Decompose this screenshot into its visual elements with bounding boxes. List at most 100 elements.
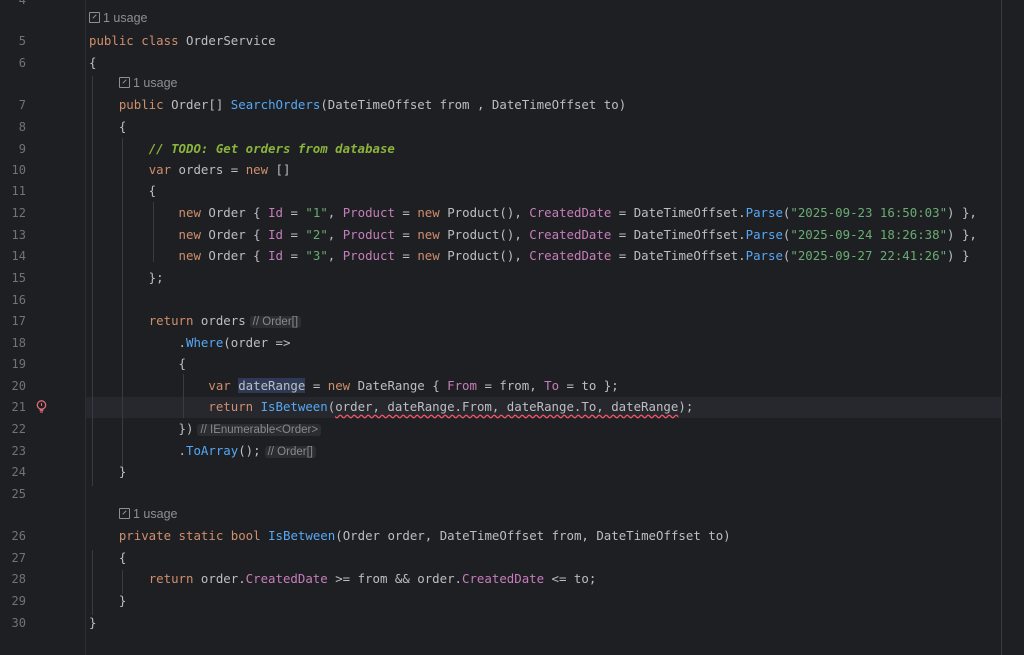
code-line[interactable]: public Order[] SearchOrders(DateTimeOffs… — [89, 97, 626, 112]
line-number[interactable]: 13 — [0, 228, 26, 242]
line-number[interactable]: 6 — [0, 56, 26, 70]
line-number[interactable]: 29 — [0, 594, 26, 608]
code-token: "1" — [305, 205, 328, 220]
code-token: ) } — [947, 248, 970, 263]
line-number[interactable]: 9 — [0, 142, 26, 156]
line-number[interactable]: 25 — [0, 487, 26, 501]
code-line[interactable]: .ToArray();// Order[] — [89, 443, 316, 458]
line-number[interactable]: 8 — [0, 120, 26, 134]
line-number[interactable]: 28 — [0, 572, 26, 586]
code-editor[interactable]: 4 5 6 7 8 9 10 11 12 13 14 15 16 17 18 19 20 21 22 23 24 25 26… — [0, 0, 1024, 655]
code-token: to) — [700, 528, 731, 543]
code-token: { — [89, 119, 127, 134]
code-token: DateTimeOffset — [327, 97, 433, 112]
code-line[interactable]: { — [89, 55, 96, 70]
code-token: Where — [185, 335, 224, 350]
code-line[interactable]: new Order { Id = "3", Product = new Prod… — [89, 248, 970, 263]
lightbulb-error-icon[interactable] — [36, 400, 47, 414]
code-token: new — [327, 378, 351, 393]
code-token: } — [89, 615, 97, 630]
line-number[interactable]: 11 — [0, 184, 26, 198]
line-number[interactable]: 20 — [0, 379, 26, 393]
line-number[interactable]: 21 — [0, 400, 26, 414]
code-token: "2" — [305, 227, 328, 242]
code-token: return — [208, 399, 254, 414]
line-number[interactable]: 7 — [0, 98, 26, 112]
code-token: (order => — [223, 335, 291, 350]
code-token: Product — [342, 205, 395, 220]
code-token: // TODO: Get orders from database — [148, 141, 395, 156]
code-token: DateTimeOffset — [491, 97, 597, 112]
code-token: }) — [89, 421, 194, 436]
code-line[interactable]: var orders = new [] — [89, 162, 291, 177]
code-line[interactable]: } — [89, 593, 126, 608]
code-line[interactable]: new Order { Id = "1", Product = new Prod… — [89, 205, 977, 220]
line-number[interactable]: 27 — [0, 551, 26, 565]
line-number[interactable]: 17 — [0, 314, 26, 328]
code-line[interactable]: return orders// Order[] — [89, 313, 302, 328]
code-line[interactable]: } — [89, 464, 126, 479]
code-token: class — [141, 33, 179, 48]
code-line[interactable]: return IsBetween(order, dateRange.From, … — [89, 399, 693, 414]
line-number[interactable]: 16 — [0, 293, 26, 307]
line-number[interactable]: 5 — [0, 34, 26, 48]
line-number[interactable]: 12 — [0, 206, 26, 220]
line-number[interactable]: 14 — [0, 249, 26, 263]
usage-hint-searchorders[interactable]: 1 usage — [119, 76, 177, 90]
code-line[interactable]: { — [89, 119, 126, 134]
code-token: bool — [230, 528, 261, 543]
code-token: CreatedDate — [529, 248, 612, 263]
line-number[interactable]: 26 — [0, 529, 26, 543]
code-token: = — [283, 205, 306, 220]
line-number[interactable]: 15 — [0, 271, 26, 285]
code-token: { — [245, 227, 269, 242]
code-line[interactable]: { — [89, 550, 126, 565]
code-token: } — [89, 593, 127, 608]
usage-hint-class[interactable]: 1 usage — [89, 11, 147, 25]
code-token: . — [738, 227, 746, 242]
code-token: Id — [268, 205, 284, 220]
code-token: <= to; — [544, 571, 597, 586]
line-number[interactable]: 30 — [0, 616, 26, 630]
code-token: { — [89, 356, 186, 371]
line-number[interactable]: 18 — [0, 336, 26, 350]
code-token: Order — [208, 227, 246, 242]
code-token: = from, — [476, 378, 545, 393]
code-line[interactable]: return order.CreatedDate >= from && orde… — [89, 571, 597, 586]
code-token: return — [148, 313, 194, 328]
code-token: = to }; — [559, 378, 619, 393]
code-line[interactable]: } — [89, 615, 96, 630]
line-number[interactable]: 10 — [0, 163, 26, 177]
code-token: Order — [208, 248, 246, 263]
line-number[interactable]: 19 — [0, 357, 26, 371]
usage-hint-isbetween[interactable]: 1 usage — [119, 507, 177, 521]
line-number[interactable]: 4 — [0, 0, 26, 7]
code-token: from , — [432, 97, 492, 112]
code-line[interactable]: })// IEnumerable<Order> — [89, 421, 322, 436]
code-token: CreatedDate — [245, 571, 328, 586]
code-line[interactable]: // TODO: Get orders from database — [89, 141, 395, 156]
code-line[interactable]: public class OrderService — [89, 33, 276, 48]
code-line[interactable]: { — [89, 356, 186, 371]
line-number[interactable]: 22 — [0, 422, 26, 436]
code-line[interactable]: .Where(order => — [89, 335, 291, 350]
type-inlay-hint: // IEnumerable<Order> — [197, 424, 322, 436]
code-line[interactable]: new Order { Id = "2", Product = new Prod… — [89, 227, 977, 242]
code-line[interactable]: var dateRange = new DateRange { From = f… — [89, 378, 619, 393]
code-token: "2025-09-23 16:50:03" — [790, 205, 948, 220]
code-token: , — [327, 227, 343, 242]
line-number[interactable]: 24 — [0, 465, 26, 479]
code-token: { — [89, 183, 157, 198]
code-line[interactable]: private static bool IsBetween(Order orde… — [89, 528, 731, 543]
code-token: SearchOrders — [230, 97, 321, 112]
line-number[interactable]: 23 — [0, 444, 26, 458]
code-line[interactable]: }; — [89, 270, 164, 285]
code-token: { — [89, 55, 97, 70]
code-line[interactable]: { — [89, 183, 156, 198]
